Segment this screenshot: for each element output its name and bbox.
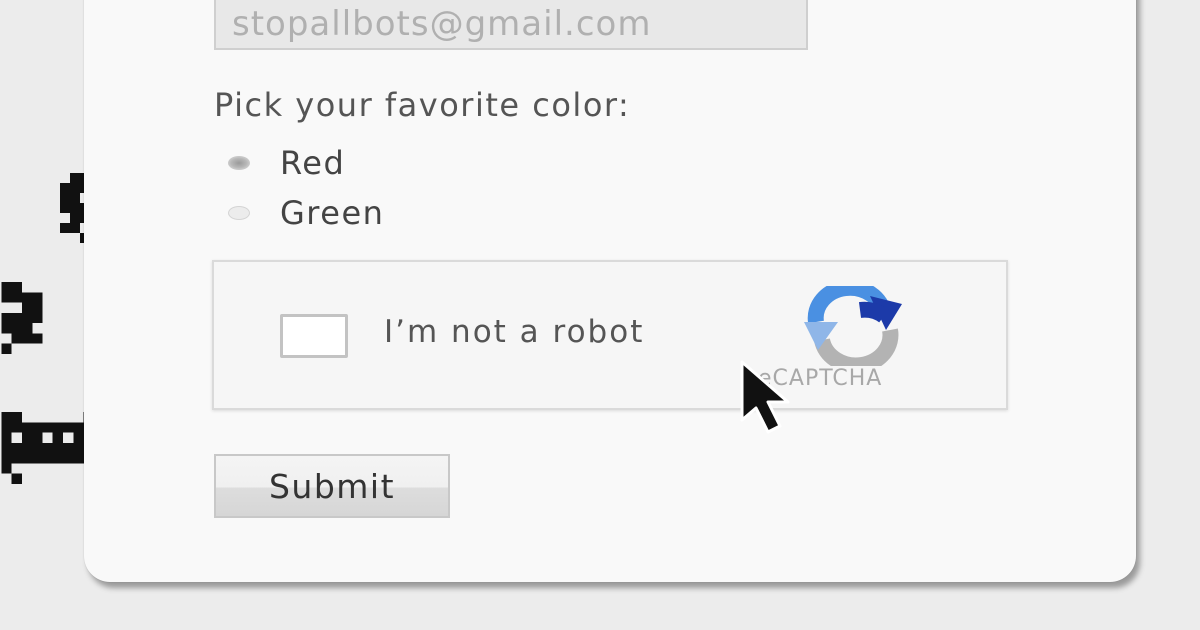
radio-button-red[interactable] [228,156,250,170]
radio-label-green: Green [280,194,385,232]
page-background: stopallbots@gmail.com Pick your favorite… [0,0,1200,630]
recaptcha-logo-icon [804,286,902,366]
email-field[interactable]: stopallbots@gmail.com [214,0,808,50]
color-question-label: Pick your favorite color: [214,86,631,124]
submit-button[interactable]: Submit [214,454,450,518]
recaptcha-widget: I’m not a robot eCAPTCHA [212,260,1008,410]
color-option-green[interactable]: Green [228,193,384,233]
recaptcha-label: I’m not a robot [384,314,645,350]
color-option-red[interactable]: Red [228,143,345,183]
radio-label-red: Red [280,144,346,182]
mouse-pointer-icon [740,360,790,434]
recaptcha-checkbox[interactable] [280,314,348,358]
pixel-bot-icon [1,282,43,354]
radio-button-green[interactable] [228,206,250,220]
